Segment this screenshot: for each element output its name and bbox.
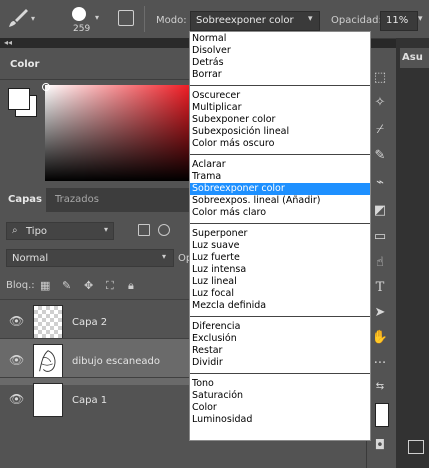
blend-mode-option[interactable]: Tono: [190, 378, 370, 390]
swap-colors-icon[interactable]: ⇆: [370, 381, 390, 392]
search-icon: ⌕: [12, 225, 18, 236]
blend-mode-option[interactable]: Disolver: [190, 45, 370, 57]
brush-tool-icon[interactable]: ✎: [370, 148, 390, 163]
blend-mode-option[interactable]: Superponer: [190, 228, 370, 240]
brush-size-value: 259: [73, 24, 91, 34]
opacity-label: Opacidad:: [331, 15, 382, 26]
quick-mask-icon[interactable]: ◘: [370, 438, 390, 453]
sketch-thumbnail-icon[interactable]: [33, 344, 63, 378]
menu-separator: [190, 373, 370, 374]
lock-position-icon[interactable]: ✥: [84, 279, 93, 292]
path-selection-icon[interactable]: ➤: [370, 305, 390, 320]
opacity-caret-icon[interactable]: ▾: [418, 14, 423, 24]
blend-mode-option[interactable]: Mezcla definida: [190, 300, 370, 312]
brush-picker-caret-icon[interactable]: ▾: [95, 13, 99, 22]
menu-separator: [190, 154, 370, 155]
filter-pixel-icon[interactable]: [138, 224, 150, 236]
blend-mode-option[interactable]: Color: [190, 402, 370, 414]
foreground-color-swatch[interactable]: [8, 88, 30, 110]
tab-color-label: Color: [10, 59, 40, 70]
eye-icon[interactable]: 👁︎: [9, 353, 24, 367]
blend-mode-option[interactable]: Dividir: [190, 357, 370, 369]
blend-mode-option[interactable]: Borrar: [190, 69, 370, 81]
blend-mode-option[interactable]: Luz lineal: [190, 276, 370, 288]
blend-mode-option[interactable]: Luz fuerte: [190, 252, 370, 264]
blend-mode-option[interactable]: Saturación: [190, 390, 370, 402]
blend-mode-option[interactable]: Restar: [190, 345, 370, 357]
menu-separator: [190, 316, 370, 317]
blend-mode-option[interactable]: Detrás: [190, 57, 370, 69]
chevron-down-icon[interactable]: ▾: [162, 252, 166, 261]
blend-mode-option[interactable]: Luminosidad: [190, 414, 370, 426]
blend-mode-option[interactable]: Oscurecer: [190, 90, 370, 102]
layer-name[interactable]: dibujo escaneado: [72, 356, 160, 367]
magic-wand-icon[interactable]: ✧: [370, 95, 390, 110]
layer-blend-value[interactable]: Normal: [12, 253, 48, 264]
blend-mode-option[interactable]: Exclusión: [190, 333, 370, 345]
blend-mode-option[interactable]: Luz suave: [190, 240, 370, 252]
paintbrush-icon[interactable]: [6, 6, 30, 30]
eye-icon[interactable]: 👁︎: [9, 392, 24, 406]
blend-mode-option[interactable]: Luz intensa: [190, 264, 370, 276]
filter-adjustment-icon[interactable]: [158, 224, 170, 236]
mode-select-value[interactable]: Sobreexponer color: [196, 15, 294, 26]
more-tools-icon[interactable]: ···: [370, 356, 390, 371]
screen-mode-icon[interactable]: [408, 440, 424, 454]
blend-mode-option[interactable]: Trama: [190, 171, 370, 183]
tab-capas-label: Capas: [8, 194, 42, 205]
tab-trazados[interactable]: Trazados: [55, 194, 99, 205]
blend-mode-option[interactable]: Luz focal: [190, 288, 370, 300]
blend-mode-option[interactable]: Color más oscuro: [190, 138, 370, 150]
toolbar-color-swatch[interactable]: [375, 403, 389, 427]
color-picker-marker[interactable]: [42, 83, 50, 91]
chevron-down-icon[interactable]: ▾: [104, 225, 108, 234]
menu-separator: [190, 85, 370, 86]
blend-mode-option[interactable]: Sobreexpos. lineal (Añadir): [190, 195, 370, 207]
eyedropper-icon[interactable]: ⌿: [370, 122, 390, 137]
blend-mode-option[interactable]: Diferencia: [190, 321, 370, 333]
blend-mode-option[interactable]: Color más claro: [190, 207, 370, 219]
mode-label: Modo:: [156, 15, 187, 26]
eraser-icon[interactable]: ◩: [370, 203, 390, 218]
lock-all-icon[interactable]: 🔒︎: [128, 279, 134, 293]
layer-thumbnail[interactable]: [33, 383, 63, 417]
blend-mode-option[interactable]: Aclarar: [190, 159, 370, 171]
menu-separator: [190, 223, 370, 224]
paintbrush-tool-icon[interactable]: ⌁: [370, 175, 390, 190]
lock-paint-icon[interactable]: ✎: [62, 279, 71, 292]
lock-transparency-icon[interactable]: ▦: [40, 279, 50, 292]
blend-mode-option[interactable]: Subexposición lineal: [190, 126, 370, 138]
hand-tool-icon[interactable]: ✋: [370, 330, 390, 345]
layer-name[interactable]: Capa 2: [72, 317, 107, 328]
brush-preview-icon[interactable]: [72, 7, 86, 21]
lock-artboard-icon[interactable]: ⛶: [106, 279, 114, 293]
eye-icon[interactable]: 👁︎: [9, 314, 24, 328]
brush-settings-icon[interactable]: [118, 10, 134, 26]
blend-mode-option[interactable]: Multiplicar: [190, 102, 370, 114]
layer-thumbnail[interactable]: [33, 305, 63, 339]
chevron-down-icon[interactable]: ▾: [308, 14, 313, 24]
blend-mode-option[interactable]: Subexponer color: [190, 114, 370, 126]
right-panel: [396, 38, 429, 468]
gradient-icon[interactable]: ▭: [370, 229, 390, 244]
smudge-icon[interactable]: ☝: [370, 255, 390, 270]
lock-label: Bloq.:: [6, 280, 35, 291]
layer-name[interactable]: Capa 1: [72, 395, 107, 406]
blend-mode-option[interactable]: Sobreexponer color: [190, 183, 370, 195]
toolbar-divider: [144, 6, 145, 32]
tab-asu-label: Asu: [402, 52, 423, 63]
collapse-arrows-icon[interactable]: ◂◂: [4, 38, 12, 47]
layer-filter-select[interactable]: [6, 222, 114, 240]
type-tool-icon[interactable]: T: [370, 280, 390, 295]
layer-filter-value[interactable]: Tipo: [26, 226, 47, 237]
blend-mode-option[interactable]: Normal: [190, 33, 370, 45]
brush-tool-caret-icon[interactable]: ▾: [31, 14, 35, 23]
opacity-value[interactable]: 11%: [386, 15, 408, 26]
color-picker-field[interactable]: [45, 85, 191, 181]
lasso-tool-icon[interactable]: ⬚: [370, 70, 390, 85]
